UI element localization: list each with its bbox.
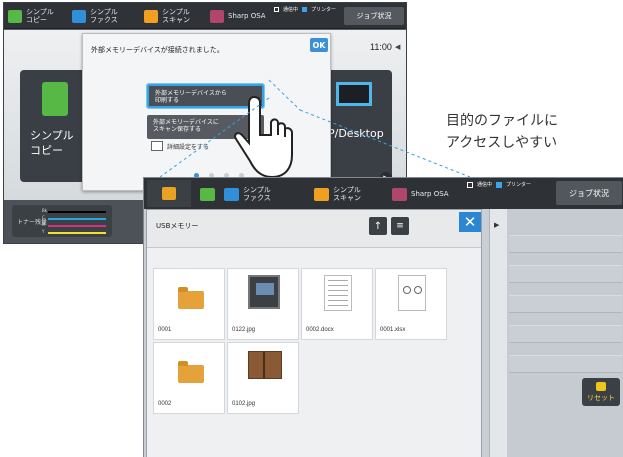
caption-line-2: アクセスしやすい	[446, 135, 558, 151]
ok-button[interactable]: OK	[310, 38, 328, 52]
job-status-icon	[274, 7, 279, 12]
expand-arrow-icon: ▶	[494, 221, 500, 229]
close-icon[interactable]: ✕	[459, 212, 481, 232]
spreadsheet-thumbnail	[398, 275, 426, 311]
top-bar: シンプル ファクス シンプル スキャン Sharp OSA 通信中 プリンター …	[144, 178, 623, 209]
image-thumbnail	[248, 275, 280, 309]
document-thumbnail	[324, 275, 352, 311]
side-panel-toggle[interactable]: ▶	[489, 209, 507, 457]
list-view-icon[interactable]: ≡	[391, 217, 409, 235]
file-tile-folder[interactable]: 0001	[153, 268, 225, 340]
file-tile-folder[interactable]: 0002	[153, 342, 225, 414]
tab-simple-fax[interactable]: シンプル ファクス	[72, 6, 120, 26]
file-tile-image[interactable]: 0122.jpg	[227, 268, 299, 340]
caption-line-1: 目的のファイルに	[446, 113, 558, 129]
tab-copy-icon[interactable]	[200, 183, 219, 205]
home-button[interactable]	[147, 180, 191, 207]
reset-icon	[596, 381, 606, 391]
job-status-button[interactable]: ジョブ状況	[556, 181, 622, 205]
pointing-hand-icon	[234, 95, 293, 179]
top-bar: シンプル コピー シンプル ファクス シンプル スキャン Sharp OSA 通…	[4, 3, 406, 29]
job-status-button[interactable]: ジョブ状況	[344, 7, 404, 25]
browser-header: USBメモリー ↑ ≡ ✕	[147, 210, 481, 248]
up-folder-icon[interactable]: ↑	[369, 217, 387, 235]
file-tile-image[interactable]: 0102.jpg	[227, 342, 299, 414]
toner-gauge: トナー残量 Bk C M Y	[12, 205, 112, 237]
scan-icon	[144, 9, 158, 23]
reset-button[interactable]: リセット	[582, 378, 620, 406]
printer-status-icon	[496, 181, 503, 188]
copy-icon	[200, 187, 215, 201]
copy-icon	[42, 82, 68, 116]
osa-icon	[392, 187, 407, 201]
tab-sharp-osa[interactable]: Sharp OSA	[392, 183, 449, 205]
scan-icon	[314, 187, 329, 201]
tab-simple-scan[interactable]: シンプル スキャン	[314, 183, 367, 205]
status-indicators: 通信中 プリンター	[274, 6, 336, 13]
clock: 11:00	[370, 42, 392, 52]
file-tile-spreadsheet[interactable]: 0001.xlsx	[375, 268, 447, 340]
side-panel	[507, 209, 623, 457]
image-thumbnail	[248, 351, 282, 379]
file-tile-document[interactable]: 0002.docx	[301, 268, 373, 340]
folder-icon	[178, 287, 204, 309]
tab-simple-scan[interactable]: シンプル スキャン	[144, 6, 192, 26]
job-status-icon	[467, 181, 473, 188]
fax-icon	[224, 187, 239, 201]
folder-icon	[178, 361, 204, 383]
copy-icon	[8, 9, 22, 23]
home-icon	[162, 187, 176, 200]
printer-status-icon	[302, 7, 308, 12]
monitor-icon	[336, 82, 372, 106]
osa-icon	[210, 9, 224, 23]
dialog-message: 外部メモリーデバイスが接続されました。	[91, 46, 224, 54]
tab-simple-copy[interactable]: シンプル コピー	[8, 6, 56, 26]
fax-icon	[72, 9, 86, 23]
side-panel-toggle-icon[interactable]: ◀	[395, 43, 400, 51]
status-indicators: 通信中 プリンター	[467, 181, 531, 188]
browser-title: USBメモリー	[156, 222, 199, 230]
tab-simple-fax[interactable]: シンプル ファクス	[224, 183, 277, 205]
tab-sharp-osa[interactable]: Sharp OSA	[210, 6, 266, 26]
front-screen: シンプル ファクス シンプル スキャン Sharp OSA 通信中 プリンター …	[143, 177, 623, 457]
checkbox-icon	[151, 141, 163, 151]
detail-settings-checkbox[interactable]: 詳細設定をする	[151, 141, 209, 151]
caption: 目的のファイルに アクセスしやすい	[446, 110, 558, 154]
usb-file-browser: USBメモリー ↑ ≡ ✕ 0001 0122.jpg 0002.docx 00…	[146, 209, 482, 457]
